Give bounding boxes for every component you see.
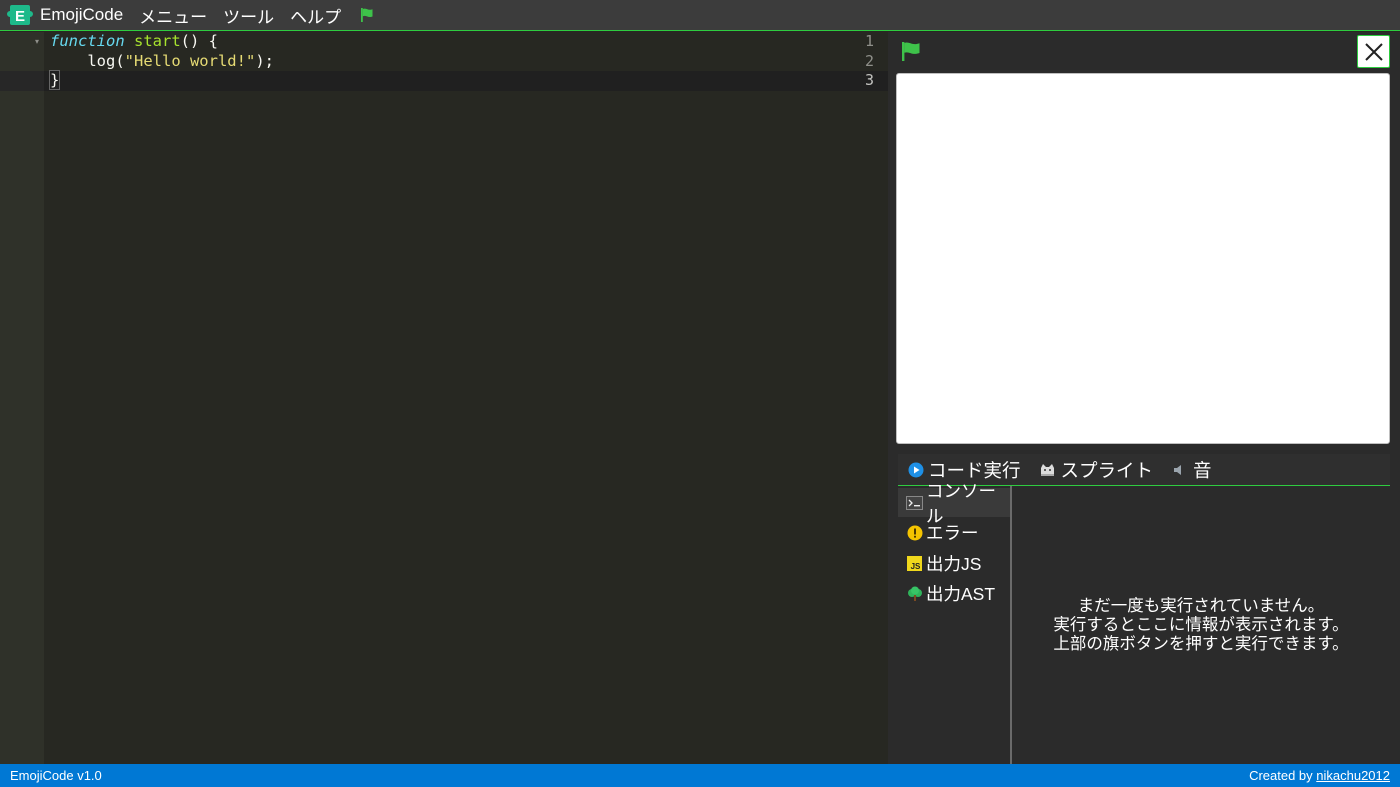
app-title: EmojiCode (40, 5, 124, 24)
active-line-gutter (0, 71, 44, 91)
sidenav-label: エラー (926, 523, 979, 543)
tab-label: スプライト (1060, 459, 1154, 481)
emojicode-logo-icon: E (7, 5, 33, 25)
code-keyword: function (50, 32, 125, 50)
credit: Created by nikachu2012 (1249, 768, 1390, 783)
sidenav-item-error[interactable]: エラー (898, 518, 1010, 547)
sidenav-item-output-js[interactable]: JS 出力JS (898, 549, 1010, 578)
tab-sound[interactable]: 音 (1171, 457, 1212, 483)
code-editor[interactable]: 1 2 3 ▾ function start() { log("Hello wo… (0, 32, 888, 764)
line-number-gutter (0, 32, 44, 764)
code-function-name: start (134, 32, 181, 50)
code-brace: } (48, 70, 61, 90)
svg-text:E: E (15, 8, 25, 25)
tree-icon (907, 586, 922, 601)
credit-prefix: Created by (1249, 768, 1317, 783)
run-flag-button[interactable] (359, 7, 375, 23)
code-line[interactable]: } (48, 70, 61, 91)
tab-sprite[interactable]: スプライト (1039, 457, 1154, 483)
sidenav-label: 出力AST (926, 584, 996, 604)
close-icon (1364, 42, 1383, 61)
js-icon: JS (907, 556, 922, 571)
svg-text:JS: JS (911, 562, 921, 571)
version-label: EmojiCode v1.0 (10, 768, 102, 783)
tab-label: 音 (1193, 459, 1212, 481)
fold-arrow-icon[interactable]: ▾ (35, 37, 39, 46)
code-punctuation: () { (180, 32, 218, 50)
sidenav-item-console[interactable]: コンソール (898, 481, 1010, 526)
menu-item-help[interactable]: ヘルプ (282, 3, 349, 28)
sidenav-label: 出力JS (926, 554, 982, 574)
code-line[interactable]: function start() { (50, 32, 218, 52)
output-sidenav: コンソール エラー JS 出力JS 出力AST (898, 481, 1012, 764)
text-cursor (59, 71, 61, 88)
warning-icon (907, 525, 922, 540)
green-flag-icon[interactable] (900, 40, 922, 62)
sprite-icon (1040, 463, 1054, 476)
green-flag-icon (361, 8, 373, 22)
console-line: 上部の旗ボタンを押すと実行できます。 (1053, 634, 1349, 653)
output-area: コンソール エラー JS 出力JS 出力AST まだ一度も実行されていません。 … (898, 481, 1390, 764)
code-punctuation: ); (255, 51, 274, 70)
terminal-icon (906, 495, 923, 510)
menu-bar: E EmojiCode メニュー ツール ヘルプ (0, 0, 1400, 31)
stage-header (888, 32, 1400, 72)
line-number: 2 (864, 51, 874, 70)
console-line: まだ一度も実行されていません。 (1077, 596, 1325, 615)
line-number: 3 (864, 71, 874, 89)
sidenav-item-output-ast[interactable]: 出力AST (898, 579, 1010, 608)
author-link[interactable]: nikachu2012 (1316, 768, 1390, 783)
menu-item-menu[interactable]: メニュー (131, 3, 215, 28)
code-line[interactable]: log("Hello world!"); (50, 52, 274, 72)
stage-canvas[interactable] (896, 73, 1390, 444)
speaker-icon (1174, 464, 1182, 475)
code-string: "Hello world!" (124, 51, 256, 70)
line-number: 1 (864, 32, 874, 50)
console-message: まだ一度も実行されていません。 実行するとここに情報が表示されます。 上部の旗ボ… (1012, 486, 1390, 764)
active-line-highlight (44, 71, 888, 91)
play-circle-icon (908, 462, 924, 477)
close-button[interactable] (1357, 35, 1390, 68)
menu-item-tools[interactable]: ツール (215, 3, 282, 28)
console-line: 実行するとここに情報が表示されます。 (1053, 615, 1349, 634)
code-call: log( (87, 51, 125, 70)
app-logo[interactable]: E (6, 1, 34, 29)
right-panel: コード実行 スプライト 音 コンソール エラー JS 出力JS 出力AST まだ… (888, 32, 1400, 764)
status-bar: EmojiCode v1.0 Created by nikachu2012 (0, 764, 1400, 787)
